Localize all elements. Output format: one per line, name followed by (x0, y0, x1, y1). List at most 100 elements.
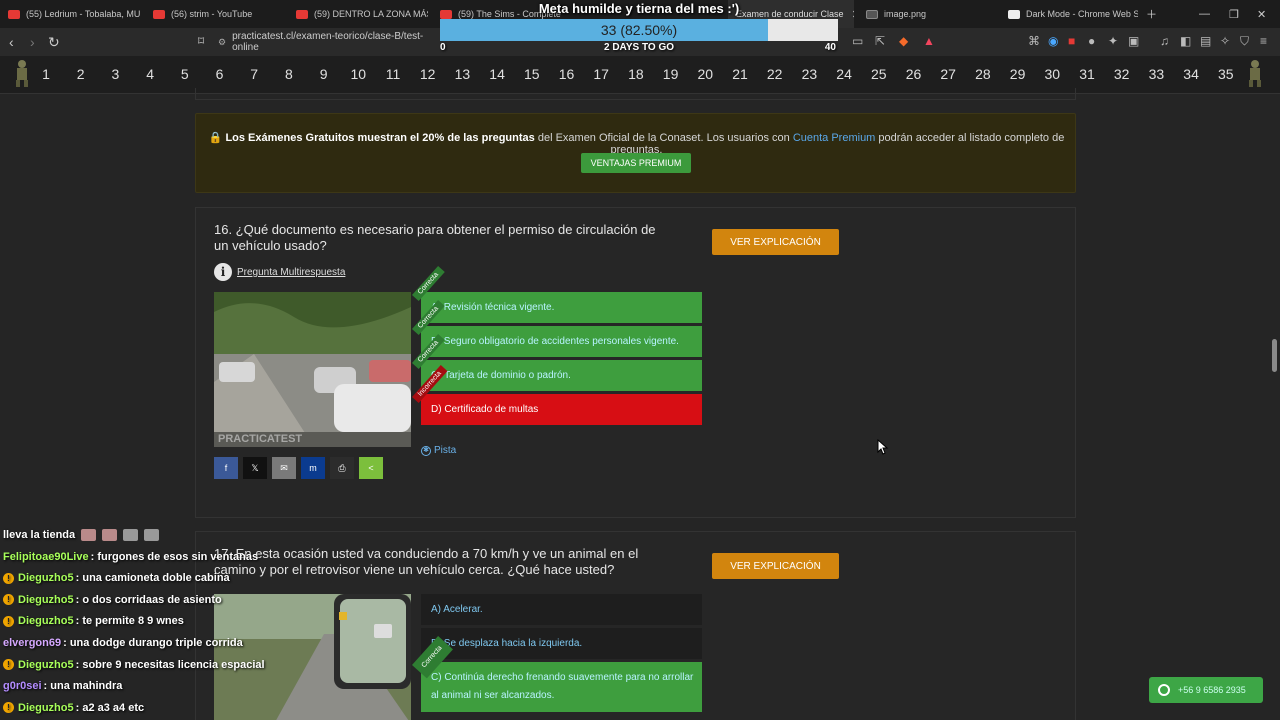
question-number-3[interactable]: 3 (103, 66, 127, 82)
question-number-30[interactable]: 30 (1040, 66, 1064, 82)
tab-2[interactable]: (56) strim - YouTube (145, 0, 285, 28)
sidebar-icon[interactable]: ◧ (1180, 34, 1191, 48)
email-share-icon[interactable]: ✉ (272, 457, 296, 479)
close-tab-icon[interactable]: ✕ (852, 8, 854, 21)
answer-option[interactable]: Correcta A) Revisión técnica vigente. (412, 266, 702, 323)
new-tab-icon[interactable]: ＋ (1146, 0, 1157, 28)
answer-option[interactable]: Incorrecta D) Certificado de multas (412, 364, 702, 425)
question-number-8[interactable]: 8 (277, 66, 301, 82)
vpn-icon[interactable]: ⛉ (1240, 34, 1249, 49)
menu-icon[interactable]: ≡ (1260, 34, 1267, 48)
question-number-11[interactable]: 11 (381, 66, 405, 82)
question-number-12[interactable]: 12 (416, 66, 440, 82)
question-number-9[interactable]: 9 (312, 66, 336, 82)
question-number-29[interactable]: 29 (1006, 66, 1030, 82)
brave-shield-icon[interactable]: ◆ (899, 34, 908, 48)
answer-option[interactable]: Correcta C) Continúa derecho frenando su… (412, 636, 702, 712)
goal-days: 2 DAYS TO GO (603, 42, 675, 53)
music-icon[interactable]: ♫ (1160, 34, 1169, 48)
premium-benefits-button[interactable]: VENTAJAS PREMIUM (581, 153, 691, 173)
forward-icon[interactable]: › (30, 34, 35, 50)
tab-7[interactable]: Dark Mode - Chrome Web Sto (1000, 0, 1138, 28)
question-number-1[interactable]: 1 (34, 66, 58, 82)
question-number-19[interactable]: 19 (659, 66, 683, 82)
chat-username[interactable]: Dieguzho5 (18, 615, 74, 627)
facebook-share-icon[interactable]: f (214, 457, 238, 479)
maximize-icon[interactable]: ❐ (1229, 0, 1239, 28)
explanation-button[interactable]: VER EXPLICACIÓN (712, 229, 839, 255)
question-number-16[interactable]: 16 (555, 66, 579, 82)
question-number-34[interactable]: 34 (1179, 66, 1203, 82)
hint-link[interactable]: ✱ Pista (421, 445, 456, 456)
whatsapp-button[interactable]: +56 9 6586 2935 (1149, 677, 1263, 703)
answer-option[interactable]: Correcta B) Seguro obligatorio de accide… (412, 300, 702, 357)
question-number-5[interactable]: 5 (173, 66, 197, 82)
question-number-13[interactable]: 13 (450, 66, 474, 82)
url-field[interactable]: ⚙ practicatest.cl/examen-teorico/clase-B… (218, 31, 448, 53)
answer-option[interactable]: A) Acelerar. (421, 594, 702, 625)
chat-username[interactable]: Dieguzho5 (18, 572, 74, 584)
tab-6[interactable]: image.png (858, 0, 998, 28)
extension-icon[interactable]: ▣ (1128, 34, 1139, 48)
leo-icon[interactable]: ✧ (1220, 34, 1230, 48)
puzzle-icon[interactable]: ✦ (1108, 34, 1118, 48)
chat-emote-icon (81, 529, 97, 541)
answer-option[interactable]: B) Se desplaza hacia la izquierda. (421, 628, 702, 659)
chat-username[interactable]: Dieguzho5 (18, 702, 74, 714)
messenger-share-icon[interactable]: m (301, 457, 325, 479)
minimize-icon[interactable]: — (1199, 0, 1210, 28)
question-number-26[interactable]: 26 (902, 66, 926, 82)
chat-username[interactable]: g0r0sei (3, 680, 42, 692)
answer-option[interactable]: Correcta C) Tarjeta de dominio o padrón. (412, 334, 702, 391)
chat-username[interactable]: Dieguzho5 (18, 659, 74, 671)
back-icon[interactable]: ‹ (9, 34, 14, 50)
brave-rewards-icon[interactable]: ▲ (923, 34, 935, 48)
question-number-24[interactable]: 24 (832, 66, 856, 82)
scrollbar-thumb[interactable] (1272, 339, 1277, 372)
chat-username[interactable]: Felipitoae90Live (3, 551, 89, 563)
chat-username[interactable]: Dieguzho5 (18, 594, 74, 606)
question-number-10[interactable]: 10 (346, 66, 370, 82)
question-number-4[interactable]: 4 (138, 66, 162, 82)
question-number-22[interactable]: 22 (763, 66, 787, 82)
tab-3[interactable]: (59) DENTRO LA ZONA MÁS TI (288, 0, 428, 28)
explanation-button[interactable]: VER EXPLICACIÓN (712, 553, 839, 579)
extension-icon[interactable]: ◉ (1048, 34, 1058, 48)
question-number-20[interactable]: 20 (693, 66, 717, 82)
bookmark-icon[interactable]: ⌑ (198, 34, 204, 48)
question-number-23[interactable]: 23 (797, 66, 821, 82)
wallet-icon[interactable]: ▤ (1200, 34, 1211, 48)
question-number-7[interactable]: 7 (242, 66, 266, 82)
question-number-15[interactable]: 15 (520, 66, 544, 82)
question-number-14[interactable]: 14 (485, 66, 509, 82)
print-icon[interactable]: ⎙ (330, 457, 354, 479)
question-number-18[interactable]: 18 (624, 66, 648, 82)
question-number-33[interactable]: 33 (1144, 66, 1168, 82)
reload-icon[interactable]: ↻ (48, 34, 60, 51)
question-number-28[interactable]: 28 (971, 66, 995, 82)
share-icon[interactable]: ⇱ (875, 34, 885, 48)
question-number-25[interactable]: 25 (867, 66, 891, 82)
question-number-35[interactable]: 35 (1214, 66, 1238, 82)
document-icon (866, 9, 878, 19)
mascot-icon (16, 60, 28, 87)
question-number-21[interactable]: 21 (728, 66, 752, 82)
extension-icon[interactable]: ■ (1068, 34, 1075, 48)
question-number-31[interactable]: 31 (1075, 66, 1099, 82)
question-number-2[interactable]: 2 (69, 66, 93, 82)
translate-icon[interactable]: ⌘ (1028, 34, 1040, 48)
site-info-icon[interactable]: ⚙ (218, 37, 226, 48)
share-icon[interactable]: < (359, 457, 383, 479)
question-number-32[interactable]: 32 (1110, 66, 1134, 82)
tab-1[interactable]: (55) Ledrium - Tobalaba, MUT (0, 0, 140, 28)
extension-icon[interactable]: ● (1088, 34, 1095, 48)
close-window-icon[interactable]: ✕ (1257, 0, 1266, 28)
question-number-17[interactable]: 17 (589, 66, 613, 82)
x-share-icon[interactable]: 𝕏 (243, 457, 267, 479)
question-number-27[interactable]: 27 (936, 66, 960, 82)
question-number-6[interactable]: 6 (208, 66, 232, 82)
premium-account-link[interactable]: Cuenta Premium (793, 132, 876, 144)
screen-capture-icon[interactable]: ▭ (852, 34, 863, 48)
chat-emote-icon (123, 529, 139, 541)
chat-username[interactable]: elvergon69 (3, 637, 61, 649)
